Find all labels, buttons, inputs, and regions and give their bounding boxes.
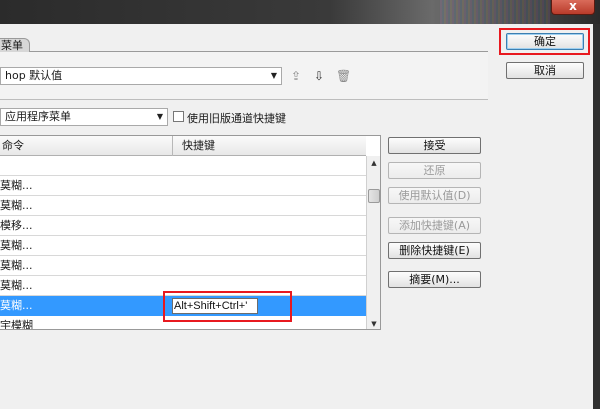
preset-value: hop 默认值 [5, 69, 63, 82]
column-command[interactable]: 命令 [0, 136, 24, 156]
summarize-button[interactable]: 摘要(M)... [388, 271, 481, 288]
shortcut-highlight-box [163, 291, 292, 322]
delete-shortcut-button[interactable]: 删除快捷键(E) [388, 242, 481, 259]
dropdown-arrow-icon: ▼ [270, 71, 277, 80]
column-shortcut[interactable]: 快捷键 [180, 136, 215, 156]
tab-strip: 菜单 [0, 36, 488, 53]
ok-highlight-box [499, 28, 590, 55]
delete-preset-icon[interactable]: 🗑 [336, 69, 351, 83]
command-cell: 莫糊... [0, 179, 33, 192]
new-preset-icon[interactable]: ⇩ [312, 69, 326, 83]
command-cell: 模移... [0, 219, 33, 232]
add-shortcut-button[interactable]: 添加快捷键(A) [388, 217, 481, 234]
keyboard-shortcuts-dialog: 菜单 hop 默认值 ▼ ⇪ ⇩ 🗑 应用程序菜单 ▼ 使用旧版通道快捷键 命令… [0, 24, 593, 409]
close-button[interactable]: x [551, 0, 595, 15]
table-row[interactable]: 模移... [0, 216, 366, 236]
table-row[interactable]: 莫糊... [0, 196, 366, 216]
close-icon: x [569, 0, 577, 13]
table-row[interactable] [0, 156, 366, 176]
dropdown-arrow-icon: ▼ [156, 112, 163, 121]
command-cell: 莫糊... [0, 299, 33, 312]
table-row[interactable]: 莫糊... [0, 176, 366, 196]
scroll-down-icon[interactable]: ▼ [367, 317, 380, 329]
legacy-channel-checkbox[interactable] [173, 111, 184, 122]
column-divider [172, 136, 173, 156]
accept-button[interactable]: 接受 [388, 137, 481, 154]
use-default-button[interactable]: 使用默认值(D) [388, 187, 481, 204]
table-header: 命令 快捷键 [0, 136, 366, 156]
command-cell: 莫糊... [0, 199, 33, 212]
undo-button[interactable]: 还原 [388, 162, 481, 179]
table-row[interactable]: 莫糊... [0, 236, 366, 256]
table-row[interactable]: 莫糊... [0, 256, 366, 276]
command-cell: 莫糊... [0, 239, 33, 252]
command-cell: 莫糊... [0, 279, 33, 292]
table-scrollbar[interactable]: ▲ ▼ [366, 156, 380, 329]
title-bar: x [0, 0, 600, 24]
command-cell: 宇模糊 [0, 319, 33, 330]
preset-panel: hop 默认值 ▼ ⇪ ⇩ 🗑 [0, 52, 488, 100]
scroll-thumb[interactable] [368, 189, 380, 203]
preset-select[interactable]: hop 默认值 ▼ [0, 67, 282, 85]
window-frame [593, 24, 600, 409]
save-preset-icon[interactable]: ⇪ [289, 69, 303, 83]
shortcuts-for-value: 应用程序菜单 [5, 110, 71, 123]
cancel-button[interactable]: 取消 [506, 62, 584, 79]
legacy-channel-label: 使用旧版通道快捷键 [187, 112, 286, 125]
scroll-up-icon[interactable]: ▲ [367, 156, 380, 170]
command-cell: 莫糊... [0, 259, 33, 272]
tab-menus[interactable]: 菜单 [0, 38, 30, 53]
shortcuts-for-select[interactable]: 应用程序菜单 ▼ [0, 108, 168, 126]
